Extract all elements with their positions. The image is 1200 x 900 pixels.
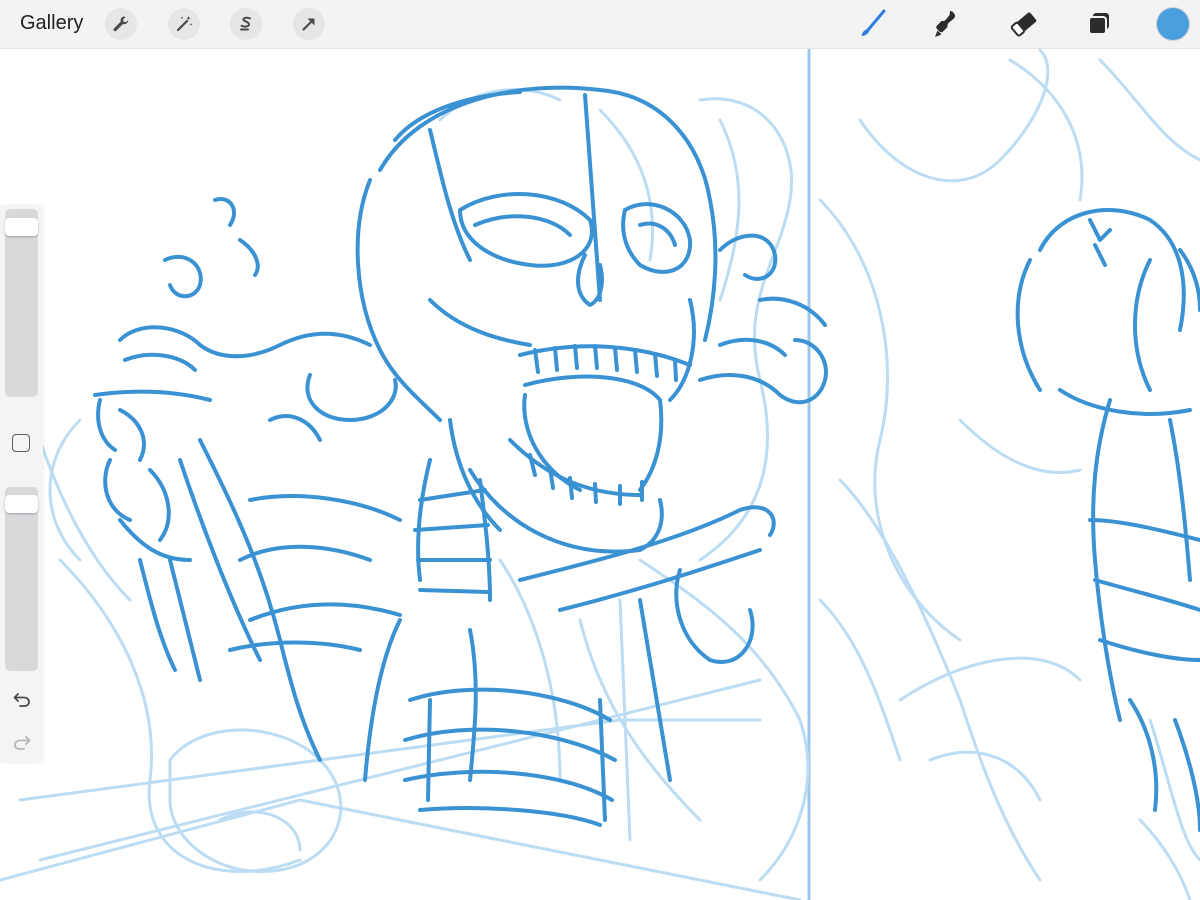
light-sketch-layer <box>0 48 1200 900</box>
color-picker-button[interactable] <box>1157 8 1189 40</box>
procreate-app: Gallery <box>0 0 1200 900</box>
drawing-canvas[interactable] <box>0 48 1200 900</box>
modify-square-icon[interactable] <box>12 434 30 452</box>
brush-button[interactable] <box>855 7 889 41</box>
layers-button[interactable] <box>1082 7 1116 41</box>
transform-button[interactable] <box>293 8 325 40</box>
selection-s-icon <box>240 16 251 31</box>
selection-button[interactable] <box>230 8 262 40</box>
redo-icon[interactable] <box>11 731 33 753</box>
gallery-button[interactable]: Gallery <box>20 11 83 35</box>
layers-icon <box>1088 13 1109 35</box>
actions-button[interactable] <box>105 8 137 40</box>
sketch-artwork <box>0 48 1200 900</box>
eraser-icon <box>1010 12 1037 37</box>
left-sidebar <box>0 205 43 763</box>
wrench-icon <box>113 16 129 32</box>
brush-size-thumb[interactable] <box>5 218 38 236</box>
adjustments-button[interactable] <box>168 8 200 40</box>
top-toolbar: Gallery <box>0 0 1200 49</box>
magic-wand-icon <box>176 16 193 32</box>
brush-opacity-thumb[interactable] <box>5 495 38 513</box>
transform-arrow-icon <box>302 18 315 31</box>
smudge-button[interactable] <box>929 7 963 41</box>
undo-icon[interactable] <box>11 688 33 710</box>
eraser-button[interactable] <box>1007 7 1041 41</box>
brush-icon <box>861 9 886 36</box>
brush-size-slider[interactable] <box>5 209 38 397</box>
brush-opacity-slider[interactable] <box>5 487 38 671</box>
smudge-icon <box>935 11 955 37</box>
